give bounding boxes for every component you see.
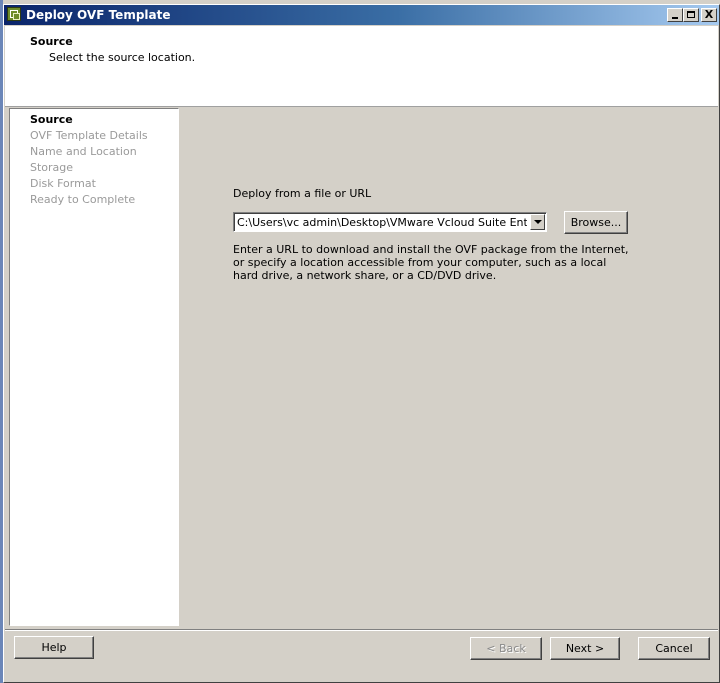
- deploy-source-label: Deploy from a file or URL: [233, 187, 372, 200]
- window-title: Deploy OVF Template: [26, 8, 171, 22]
- help-button[interactable]: Help: [14, 636, 94, 659]
- title-bar[interactable]: Deploy OVF Template X: [4, 5, 719, 25]
- cancel-button[interactable]: Cancel: [638, 637, 710, 660]
- wizard-steps-list: Source OVF Template Details Name and Loc…: [9, 108, 179, 626]
- minimize-icon: [672, 17, 678, 19]
- minimize-button[interactable]: [667, 8, 683, 22]
- step-ovf-template-details: OVF Template Details: [30, 129, 148, 142]
- chevron-down-icon[interactable]: [530, 214, 545, 230]
- back-button[interactable]: < Back: [470, 637, 542, 660]
- source-path-value[interactable]: C:\Users\vc admin\Desktop\VMware Vcloud …: [237, 216, 527, 229]
- vsphere-app-icon: [7, 7, 21, 21]
- close-icon: X: [704, 8, 714, 21]
- browse-button[interactable]: Browse...: [564, 211, 628, 234]
- deploy-ovf-dialog: Deploy OVF Template X Source Select the …: [3, 4, 720, 683]
- footer-divider: [5, 629, 718, 631]
- next-button[interactable]: Next >: [550, 637, 620, 660]
- wizard-header: Source Select the source location.: [5, 26, 718, 107]
- step-name-and-location: Name and Location: [30, 145, 137, 158]
- step-storage: Storage: [30, 161, 74, 174]
- step-ready-to-complete: Ready to Complete: [30, 193, 136, 206]
- step-disk-format: Disk Format: [30, 177, 96, 190]
- maximize-button[interactable]: [683, 8, 699, 22]
- source-help-text: Enter a URL to download and install the …: [233, 243, 629, 282]
- source-path-combobox[interactable]: C:\Users\vc admin\Desktop\VMware Vcloud …: [233, 212, 547, 232]
- step-source[interactable]: Source: [30, 113, 73, 126]
- page-subtitle: Select the source location.: [49, 51, 196, 64]
- maximize-icon: [687, 11, 695, 18]
- close-button[interactable]: X: [701, 8, 717, 22]
- page-title: Source: [30, 35, 73, 48]
